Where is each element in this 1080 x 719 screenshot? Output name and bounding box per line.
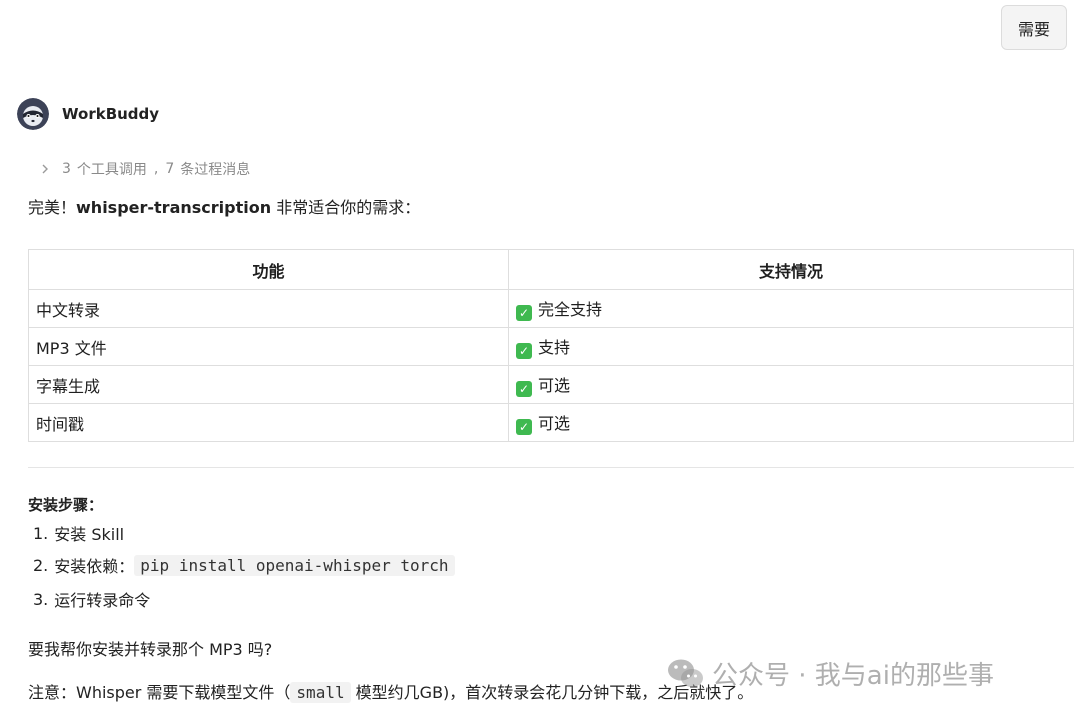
summary-separator: , [153, 161, 159, 177]
wechat-icon [668, 659, 703, 687]
header-status: 支持情况 [508, 249, 1074, 290]
steps-title: 安装步骤： [28, 496, 104, 514]
status-text: 支持 [538, 338, 571, 357]
intro-suffix: 非常适合你的需求： [271, 198, 421, 217]
header-feature: 功能 [28, 249, 509, 290]
chevron-right-icon [42, 164, 48, 174]
process-label: 条过程消息 [180, 162, 251, 178]
step-number: 3. [33, 589, 49, 609]
check-icon: ✓ [516, 381, 532, 397]
watermark: 公众号 · 我与ai的那些事 [666, 655, 994, 692]
intro-prefix: 完美！ [28, 198, 77, 217]
skill-name: whisper-transcription [76, 198, 272, 217]
step-text: 运行转录命令 [54, 591, 151, 610]
note-text: 注意：Whisper 需要下载模型文件（ small 模型约几GB)，首次转录会花… [28, 679, 753, 703]
process-count: 7 [165, 161, 175, 177]
table-row: 字幕生成 ✓ 可选 [28, 365, 1074, 404]
raccoon-avatar-icon [17, 98, 49, 130]
feature-cell: 字幕生成 [28, 365, 509, 404]
tool-summary-toggle[interactable]: 3 个工具调用 , 7 条过程消息 [40, 159, 250, 179]
model-name-code: small [290, 682, 351, 703]
status-cell: ✓ 完全支持 [508, 289, 1074, 328]
feature-cell: MP3 文件 [28, 327, 509, 366]
bot-name: WorkBuddy [62, 105, 160, 123]
table-header-row: 功能 支持情况 [28, 249, 1074, 290]
status-text: 可选 [538, 414, 571, 433]
status-cell: ✓ 可选 [508, 365, 1074, 404]
divider [28, 467, 1074, 468]
step-number: 1. [33, 523, 49, 543]
watermark-text: 公众号 · 我与ai的那些事 [712, 661, 994, 691]
tool-label: 个工具调用 [76, 162, 147, 178]
feature-cell: 时间戳 [28, 403, 509, 442]
tool-count: 3 [62, 161, 71, 177]
feature-cell: 中文转录 [28, 289, 509, 328]
table-row: 中文转录 ✓ 完全支持 [28, 289, 1074, 328]
note-prefix: 注意：Whisper 需要下载模型文件（ [28, 683, 291, 702]
status-cell: ✓ 支持 [508, 327, 1074, 366]
table-row: MP3 文件 ✓ 支持 [28, 327, 1074, 366]
status-text: 完全支持 [538, 300, 603, 319]
step-text: 安装依赖： [54, 557, 135, 576]
intro-text: 完美！whisper-transcription 非常适合你的需求： [28, 194, 420, 218]
status-cell: ✓ 可选 [508, 403, 1074, 442]
bot-header: WorkBuddy [17, 98, 159, 130]
step-item: 2. 安装依赖： pip install openai-whisper torc… [33, 553, 455, 577]
check-icon: ✓ [516, 343, 532, 359]
check-icon: ✓ [516, 305, 532, 321]
table-row: 时间戳 ✓ 可选 [28, 403, 1074, 442]
step-text: 安装 Skill [54, 525, 125, 544]
install-command-code: pip install openai-whisper torch [134, 554, 455, 576]
feature-table: 功能 支持情况 中文转录 ✓ 完全支持 MP3 文件 ✓ 支持 字幕生成 ✓ 可选 时… [28, 249, 1074, 442]
user-message-text: 需要 [1017, 19, 1050, 39]
user-message-bubble: 需要 [1001, 5, 1067, 50]
question-text: 要我帮你安装并转录那个 MP3 吗? [28, 640, 273, 659]
step-item: 1. 安装 Skill [33, 521, 124, 545]
step-item: 3. 运行转录命令 [33, 587, 150, 611]
check-icon: ✓ [516, 419, 532, 435]
step-number: 2. [33, 555, 49, 575]
status-text: 可选 [538, 376, 571, 395]
